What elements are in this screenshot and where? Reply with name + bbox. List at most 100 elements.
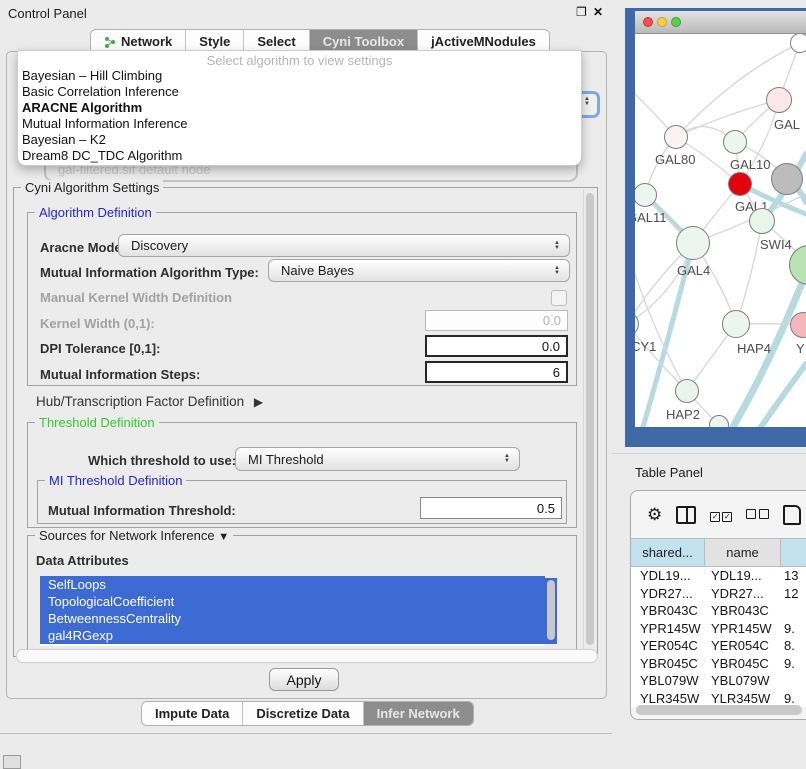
- table-row[interactable]: YBR043C YBR043C: [631, 602, 806, 620]
- tab-label: Network: [121, 34, 172, 49]
- dpi-tolerance-field[interactable]: 0.0: [425, 335, 568, 357]
- data-attributes-label: Data Attributes: [36, 553, 129, 568]
- table-row[interactable]: YDR27... YDR27... 12: [631, 585, 806, 603]
- settings-vertical-scrollbar[interactable]: [583, 190, 596, 652]
- data-attribute-item[interactable]: TopologicalCoefficient: [40, 593, 545, 610]
- network-node-label: GCY1: [635, 339, 656, 354]
- hub-definition-label: Hub/Transcription Factor Definition: [36, 394, 244, 409]
- hub-definition-toggle[interactable]: Hub/Transcription Factor Definition ▶: [36, 394, 263, 409]
- manual-kernel-width-checkbox[interactable]: [551, 290, 567, 306]
- column-header-shared[interactable]: shared...: [631, 539, 705, 566]
- expand-arrow-icon: ▶: [254, 395, 263, 409]
- cell-name: YPR145W: [705, 621, 781, 636]
- column-label: shared...: [642, 545, 693, 560]
- data-attribute-item[interactable]: SelfLoops: [40, 576, 545, 593]
- column-label: name: [726, 545, 759, 560]
- tab-discretize-data[interactable]: Discretize Data: [243, 702, 363, 725]
- network-node[interactable]: [664, 125, 688, 149]
- settings-horizontal-scrollbar[interactable]: [16, 649, 598, 663]
- network-node[interactable]: [766, 87, 792, 113]
- sources-legend[interactable]: Sources for Network Inference ▼: [35, 528, 233, 543]
- cell-value: 12: [781, 586, 806, 601]
- tab-label: Infer Network: [377, 706, 460, 721]
- cell-shared-name: YDL19...: [631, 568, 705, 583]
- table-row[interactable]: YBL079W YBL079W: [631, 672, 806, 690]
- network-node-label: GAL4: [677, 263, 710, 278]
- column-header-clipped[interactable]: [781, 539, 806, 566]
- network-icon: [104, 36, 116, 48]
- kernel-width-field[interactable]: 0.0: [425, 310, 568, 331]
- network-node[interactable]: [675, 379, 699, 403]
- mi-algorithm-type-combo[interactable]: Naive Bayes ▲▼: [268, 259, 570, 282]
- document-icon[interactable]: [783, 505, 801, 525]
- network-node[interactable]: [723, 130, 747, 154]
- cell-value: 8.: [781, 638, 806, 653]
- close-traffic-light[interactable]: [643, 17, 653, 27]
- apply-button[interactable]: Apply: [269, 668, 339, 691]
- dropdown-item[interactable]: Mutual Information Inference: [18, 116, 581, 132]
- tab-impute-data[interactable]: Impute Data: [142, 702, 243, 725]
- cell-name: YBL079W: [705, 673, 781, 688]
- close-window-button[interactable]: ✕: [593, 5, 603, 19]
- network-node[interactable]: [749, 208, 775, 234]
- attributes-list-scrollbar[interactable]: [545, 578, 557, 644]
- mi-threshold-field[interactable]: 0.5: [420, 497, 562, 519]
- dropdown-item[interactable]: Bayesian – K2: [18, 132, 581, 148]
- dropdown-item[interactable]: ARACNE Algorithm: [18, 100, 581, 116]
- mi-steps-label: Mutual Information Steps:: [40, 367, 200, 382]
- sources-legend-label: Sources for Network Inference: [39, 528, 215, 543]
- cell-name: YER054C: [705, 638, 781, 653]
- data-attribute-item[interactable]: BetweennessCentrality: [40, 610, 545, 627]
- cell-shared-name: YBL079W: [631, 673, 705, 688]
- mi-algorithm-type-label: Mutual Information Algorithm Type:: [40, 265, 259, 280]
- tab-label: Select: [257, 34, 295, 49]
- table-row[interactable]: YER054C YER054C 8.: [631, 637, 806, 655]
- combo-arrows-icon: ▲▼: [504, 454, 510, 464]
- apply-button-label: Apply: [286, 672, 321, 688]
- deselect-all-icon[interactable]: [746, 506, 769, 524]
- column-header-name[interactable]: name: [705, 539, 781, 566]
- cyni-settings-legend: Cyni Algorithm Settings: [21, 180, 163, 195]
- network-window-titlebar[interactable]: [635, 11, 806, 34]
- float-window-button[interactable]: ❐: [576, 5, 587, 19]
- cell-name: YLR345W: [705, 691, 781, 706]
- which-threshold-combo[interactable]: MI Threshold ▲▼: [235, 447, 520, 471]
- table-row[interactable]: YPR145W YPR145W 9.: [631, 620, 806, 638]
- network-node-label: GAL: [774, 117, 800, 132]
- mi-threshold-label: Mutual Information Threshold:: [48, 503, 236, 518]
- data-attribute-item[interactable]: gal4RGexp: [40, 627, 545, 644]
- combo-arrows-icon: ▲▼: [554, 266, 560, 276]
- gear-icon[interactable]: ⚙: [647, 505, 662, 525]
- network-node[interactable]: [771, 163, 803, 195]
- zoom-traffic-light[interactable]: [671, 17, 681, 27]
- threshold-definition-legend: Threshold Definition: [35, 415, 159, 430]
- network-node-label: GAL80: [655, 152, 695, 167]
- corner-widget[interactable]: [3, 755, 21, 769]
- dpi-tolerance-label: DPI Tolerance [0,1]:: [40, 341, 160, 356]
- aracne-mode-value: Discovery: [131, 238, 188, 253]
- network-node[interactable]: [790, 34, 806, 53]
- aracne-mode-combo[interactable]: Discovery ▲▼: [118, 234, 570, 257]
- dropdown-item[interactable]: Dream8 DC_TDC Algorithm: [18, 148, 581, 164]
- cell-value: 13: [781, 568, 806, 583]
- tab-infer-network[interactable]: Infer Network: [364, 702, 473, 725]
- table-horizontal-scrollbar[interactable]: [636, 705, 802, 715]
- manual-kernel-width-label: Manual Kernel Width Definition: [40, 290, 232, 305]
- minimize-traffic-light[interactable]: [657, 17, 667, 27]
- mi-steps-field[interactable]: 6: [425, 361, 568, 383]
- collapse-arrow-icon: ▼: [218, 531, 229, 543]
- network-node[interactable]: [728, 172, 752, 196]
- dropdown-item[interactable]: Basic Correlation Inference: [18, 84, 581, 100]
- columns-icon[interactable]: [676, 506, 696, 524]
- dropdown-item[interactable]: Bayesian – Hill Climbing: [18, 68, 581, 84]
- network-node[interactable]: [722, 310, 750, 338]
- mi-algorithm-type-value: Naive Bayes: [281, 263, 354, 278]
- which-threshold-value: MI Threshold: [248, 452, 324, 467]
- table-row[interactable]: YDL19... YDL19... 13: [631, 567, 806, 585]
- cell-shared-name: YBR043C: [631, 603, 705, 618]
- network-node[interactable]: [676, 226, 710, 260]
- network-canvas[interactable]: GALGAL80GAL10GAL1GAL11SWI4GAL4GCY1HAP4YH…: [635, 34, 806, 427]
- table-row[interactable]: YBR045C YBR045C 9.: [631, 655, 806, 673]
- select-all-icon[interactable]: ✓✓: [710, 506, 732, 524]
- cell-value: 9.: [781, 621, 806, 636]
